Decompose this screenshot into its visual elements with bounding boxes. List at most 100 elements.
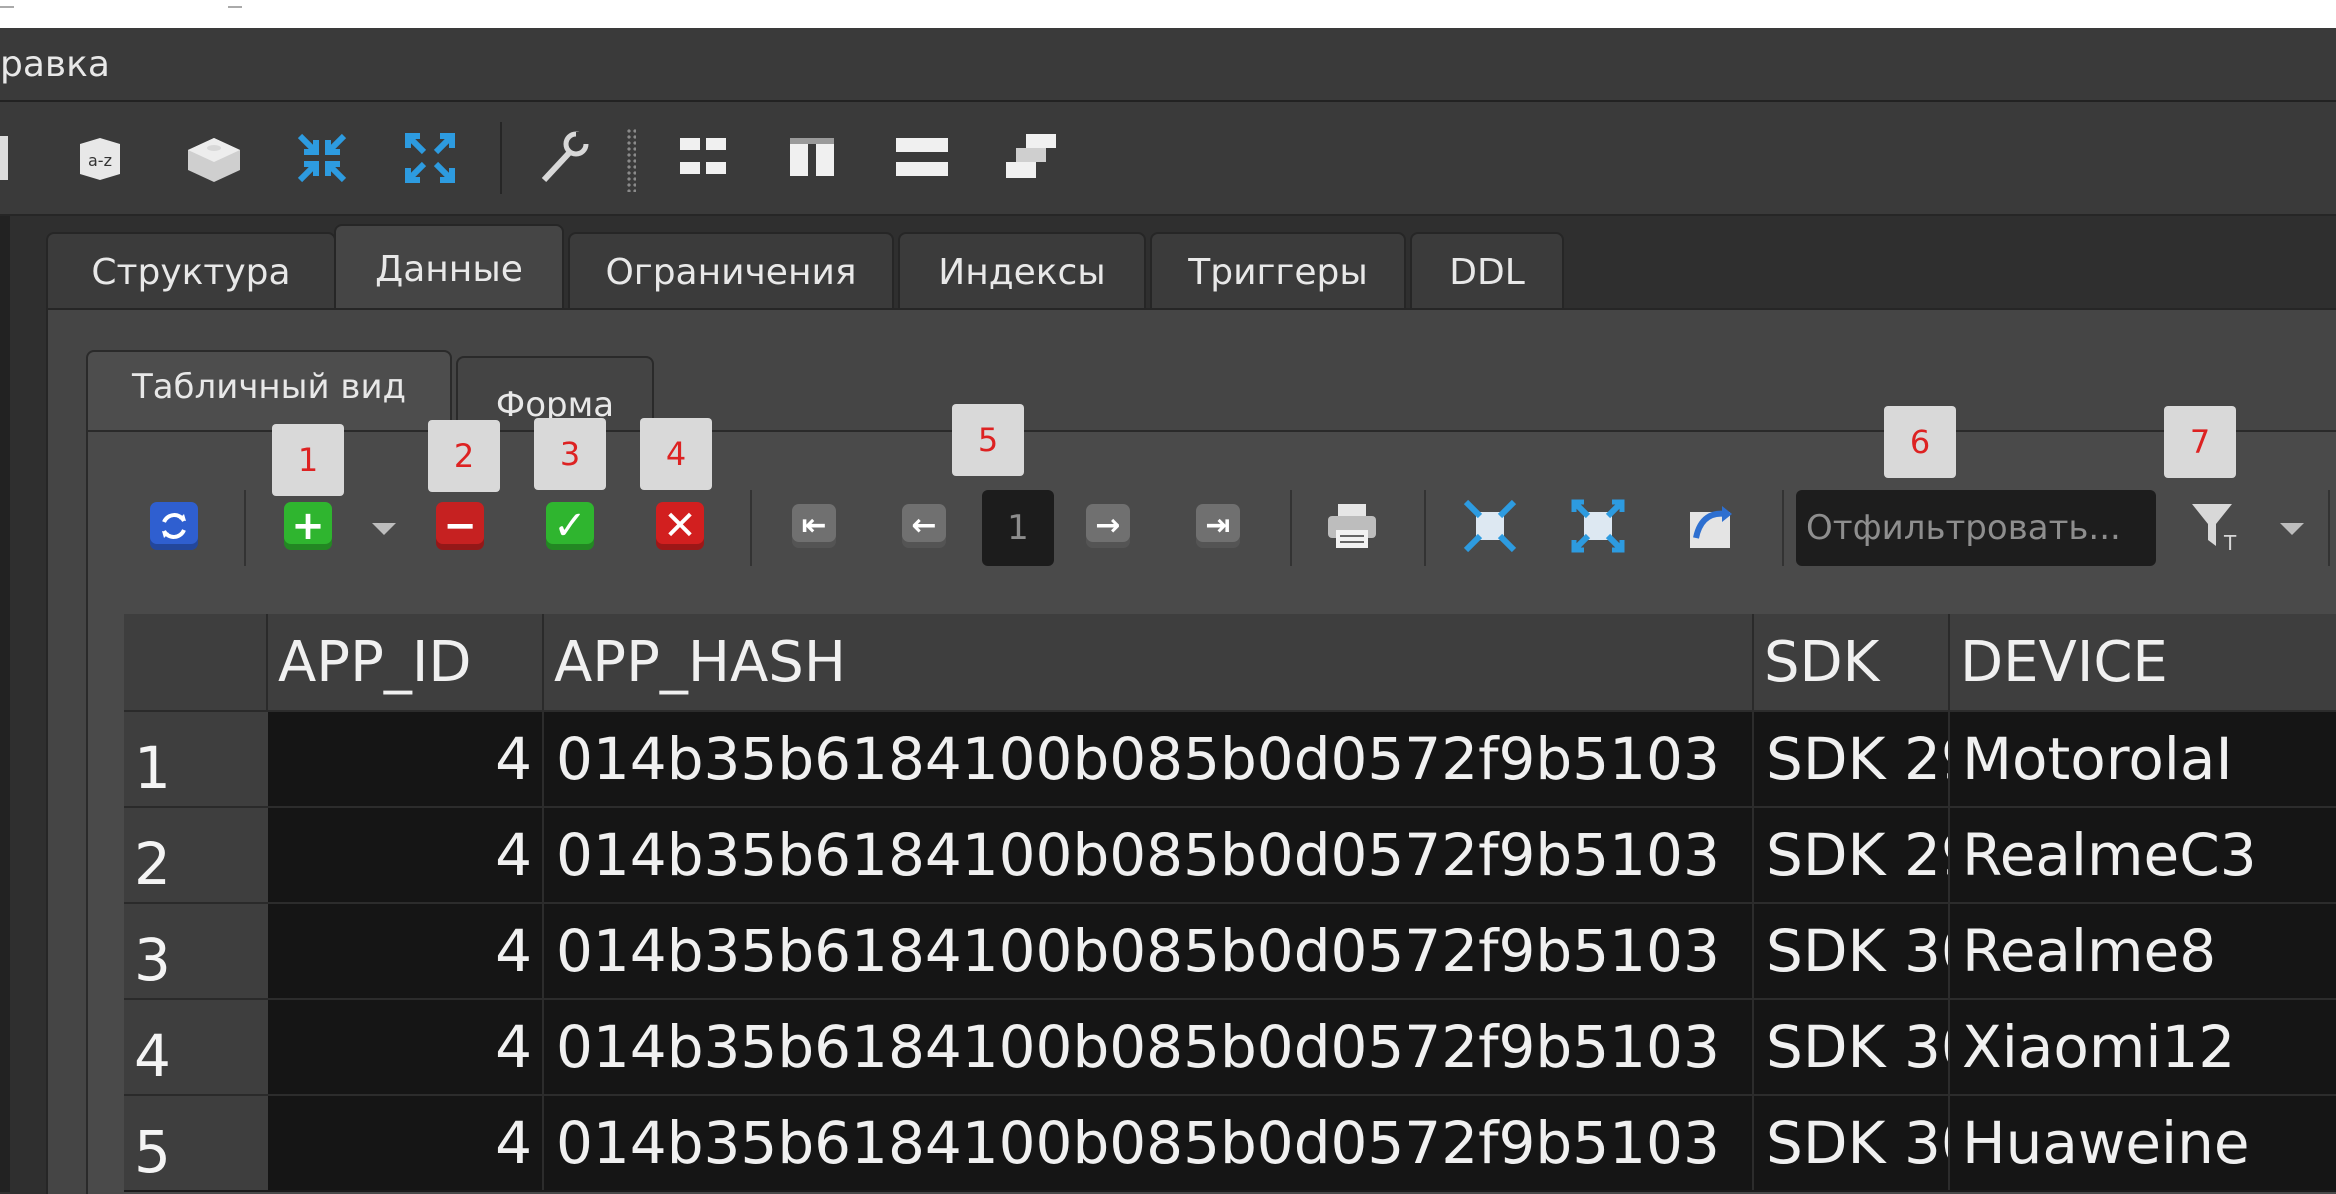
tab-label: Ограничения: [605, 251, 857, 293]
grid-icon[interactable]: [674, 128, 734, 188]
row-number[interactable]: 1: [124, 710, 268, 806]
page-number-field[interactable]: 1: [982, 490, 1054, 566]
row-number[interactable]: 5: [124, 1094, 268, 1190]
cell-device[interactable]: Xiaomi12: [1950, 998, 2336, 1094]
tab-label: Индексы: [938, 251, 1106, 293]
tab-indexes[interactable]: Индексы: [898, 232, 1146, 310]
menu-item-edit[interactable]: равка: [0, 44, 110, 85]
clipped-icon: [0, 136, 8, 180]
print-button[interactable]: [1322, 496, 1382, 556]
row-number[interactable]: 2: [124, 806, 268, 902]
tab-data[interactable]: Данные: [334, 224, 564, 312]
cell-sdk[interactable]: SDK 29: [1754, 710, 1950, 806]
cell-device[interactable]: Huaweine: [1950, 1094, 2336, 1190]
refresh-button[interactable]: [144, 496, 204, 556]
expand-icon: [1571, 499, 1625, 553]
tab-ddl[interactable]: DDL: [1410, 232, 1564, 310]
tab-constraints[interactable]: Ограничения: [568, 232, 894, 310]
cell-app-id[interactable]: 4: [268, 902, 544, 998]
cell-device[interactable]: RealmeC3: [1950, 806, 2336, 902]
plus-icon: +: [284, 502, 332, 550]
table-icon[interactable]: [184, 128, 244, 188]
cell-sdk[interactable]: SDK 30: [1754, 902, 1950, 998]
commit-button[interactable]: ✓: [540, 496, 600, 556]
collapse-icon: [1463, 499, 1517, 553]
next-page-button[interactable]: →: [1078, 496, 1138, 556]
cell-sdk[interactable]: SDK 29: [1754, 806, 1950, 902]
tab-label: Структура: [91, 251, 291, 293]
sort-az-icon[interactable]: a-z: [70, 128, 130, 188]
cell-app-id[interactable]: 4: [268, 1094, 544, 1190]
cell-app-id[interactable]: 4: [268, 806, 544, 902]
collapse-columns-button[interactable]: [1460, 496, 1520, 556]
cancel-button[interactable]: ✕: [650, 496, 710, 556]
filter-input[interactable]: Отфильтровать...: [1796, 490, 2156, 566]
toolbar-separator: [1290, 490, 1292, 566]
cell-app-hash[interactable]: 014b35b6184100b085b0d0572f9b5103: [544, 806, 1754, 902]
toolbar-separator: [2328, 490, 2330, 566]
close-icon: ✕: [656, 502, 704, 550]
tab-triggers[interactable]: Триггеры: [1150, 232, 1406, 310]
subtab-grid-view[interactable]: Табличный вид: [86, 350, 452, 432]
filter-placeholder: Отфильтровать...: [1806, 508, 2121, 548]
data-grid: APP_ID APP_HASH SDK DEVICE 1 4 014b35b61…: [124, 614, 2336, 1192]
columns-icon[interactable]: [782, 128, 842, 188]
refresh-icon: [150, 502, 198, 550]
row-number[interactable]: 3: [124, 902, 268, 998]
restore-icon[interactable]: [228, 6, 242, 20]
row-number[interactable]: 4: [124, 998, 268, 1094]
cell-device[interactable]: MotorolaI: [1950, 710, 2336, 806]
menu-bar: равка: [0, 28, 2336, 102]
column-header-app-id[interactable]: APP_ID: [268, 614, 544, 710]
toolbar-separator: [1782, 490, 1784, 566]
expand-columns-button[interactable]: [1568, 496, 1628, 556]
first-page-button[interactable]: ⇤: [784, 496, 844, 556]
cell-device[interactable]: Realme8: [1950, 902, 2336, 998]
rows-icon[interactable]: [892, 128, 952, 188]
cell-app-id[interactable]: 4: [268, 710, 544, 806]
expand-icon[interactable]: [400, 128, 460, 188]
collapse-icon[interactable]: [292, 128, 352, 188]
toolbar-grip[interactable]: [626, 128, 636, 192]
cascade-icon[interactable]: [1002, 128, 1062, 188]
minus-icon: −: [436, 502, 484, 550]
filter-button[interactable]: T: [2184, 496, 2244, 556]
last-page-icon: ⇥: [1196, 504, 1240, 548]
column-header-sdk[interactable]: SDK: [1754, 614, 1950, 710]
first-page-icon: ⇤: [792, 504, 836, 548]
tools-icon[interactable]: [534, 128, 594, 188]
annotation-badge: 6: [1884, 406, 1956, 478]
minimize-icon[interactable]: [0, 6, 14, 20]
cell-app-id[interactable]: 4: [268, 998, 544, 1094]
window-titlebar: [0, 0, 2336, 28]
tab-label: DDL: [1449, 251, 1525, 293]
cell-sdk[interactable]: SDK 30: [1754, 998, 1950, 1094]
annotation-badge: 7: [2164, 406, 2236, 478]
filter-icon: T: [2192, 504, 2237, 554]
column-header-device[interactable]: DEVICE: [1950, 614, 2336, 710]
prev-page-button[interactable]: ←: [894, 496, 954, 556]
check-icon: ✓: [546, 502, 594, 550]
tab-structure[interactable]: Структура: [46, 232, 336, 310]
arrow-right-icon: →: [1086, 504, 1130, 548]
filter-dropdown-chevron-down-icon[interactable]: [2280, 523, 2304, 535]
add-row-button[interactable]: +: [278, 496, 338, 556]
last-page-button[interactable]: ⇥: [1188, 496, 1248, 556]
export-button[interactable]: [1680, 496, 1740, 556]
cell-app-hash[interactable]: 014b35b6184100b085b0d0572f9b5103: [544, 1094, 1754, 1190]
subtab-label: Табличный вид: [131, 367, 407, 407]
cell-app-hash[interactable]: 014b35b6184100b085b0d0572f9b5103: [544, 998, 1754, 1094]
cell-app-hash[interactable]: 014b35b6184100b085b0d0572f9b5103: [544, 710, 1754, 806]
main-toolbar: a-z: [0, 102, 2336, 216]
export-icon: [1690, 506, 1732, 548]
cell-app-hash[interactable]: 014b35b6184100b085b0d0572f9b5103: [544, 902, 1754, 998]
toolbar-separator: [244, 490, 246, 566]
cell-sdk[interactable]: SDK 30: [1754, 1094, 1950, 1190]
column-header-app-hash[interactable]: APP_HASH: [544, 614, 1754, 710]
delete-row-button[interactable]: −: [430, 496, 490, 556]
arrow-left-icon: ←: [902, 504, 946, 548]
toolbar-separator: [1424, 490, 1426, 566]
svg-text:T: T: [2223, 531, 2237, 554]
add-row-dropdown-chevron-down-icon[interactable]: [372, 523, 396, 535]
printer-icon: [1328, 504, 1376, 548]
